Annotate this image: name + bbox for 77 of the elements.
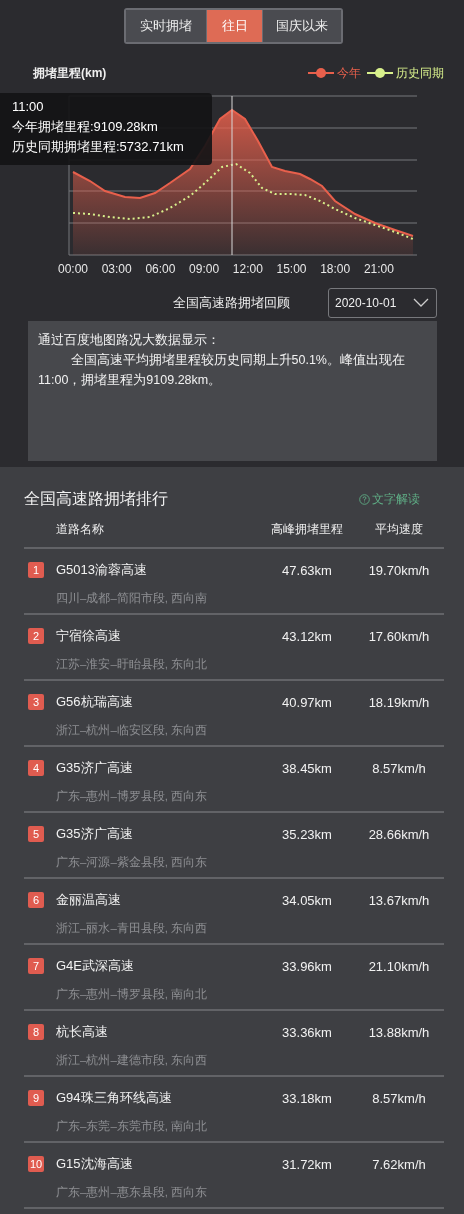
average-speed: 19.70km/h <box>367 562 431 578</box>
x-tick-label: 03:00 <box>101 262 132 276</box>
rank-badge: 4 <box>28 760 44 776</box>
rank-badge: 2 <box>28 628 44 644</box>
x-tick-label: 09:00 <box>189 262 220 276</box>
rank-badge: 7 <box>28 958 44 974</box>
road-section: 广东–惠州–博罗县段, 西向东 <box>56 789 208 804</box>
legend-label[interactable]: 历史同期 <box>396 64 444 82</box>
road-section: 浙江–杭州–建德市段, 东向西 <box>56 1053 208 1068</box>
road-name: G4E武深高速 <box>56 957 135 975</box>
average-speed: 18.19km/h <box>367 694 431 710</box>
road-section: 广东–东莞–东莞市段, 南向北 <box>56 1119 208 1134</box>
congestion-length: 33.36km <box>281 1024 333 1040</box>
rank-badge: 8 <box>28 1024 44 1040</box>
congestion-length: 38.45km <box>281 760 333 776</box>
help-link[interactable]: 文字解读 <box>359 491 420 508</box>
road-name: G35济广高速 <box>56 825 134 843</box>
road-section: 浙江–丽水–青田县段, 东向西 <box>56 921 208 936</box>
review-label: 全国高速路拥堵回顾 <box>173 294 291 312</box>
road-section: 四川–成都–简阳市段, 西向南 <box>56 591 208 606</box>
congestion-length: 43.12km <box>281 628 333 644</box>
x-tick-label: 21:00 <box>363 262 394 276</box>
x-tick-label: 15:00 <box>276 262 307 276</box>
help-icon <box>359 494 370 505</box>
legend-label[interactable]: 今年 <box>337 64 361 82</box>
tooltip-text: 今年拥堵里程:9109.28km <box>12 118 159 136</box>
road-section: 广东–河源–紫金县段, 西向东 <box>56 855 208 870</box>
road-section: 江苏–淮安–盱眙县段, 东向北 <box>56 657 208 672</box>
average-speed: 17.60km/h <box>367 628 431 644</box>
average-speed: 8.57km/h <box>371 760 427 776</box>
column-header: 平均速度 <box>374 521 424 537</box>
congestion-length: 31.72km <box>281 1156 333 1172</box>
tooltip-text: 11:00 <box>12 98 45 116</box>
road-name: G56杭瑞高速 <box>56 693 134 711</box>
section-title: 全国高速路拥堵排行 <box>24 489 168 509</box>
column-header: 高峰拥堵里程 <box>270 521 344 537</box>
chevron-down-icon <box>413 298 429 308</box>
congestion-length: 35.23km <box>281 826 333 842</box>
rank-badge: 1 <box>28 562 44 578</box>
average-speed: 7.62km/h <box>371 1156 427 1172</box>
road-name: G94珠三角环线高速 <box>56 1089 173 1107</box>
road-name: 金丽温高速 <box>56 891 122 909</box>
congestion-length: 40.97km <box>281 694 333 710</box>
road-section: 广东–惠州–惠东县段, 西向东 <box>56 1185 208 1200</box>
axis-title: 拥堵里程(km) <box>33 64 107 82</box>
average-speed: 28.66km/h <box>367 826 431 842</box>
date-select[interactable]: 2020-10-01 <box>328 288 437 318</box>
road-section: 广东–惠州–博罗县段, 南向北 <box>56 987 208 1002</box>
rank-badge: 9 <box>28 1090 44 1106</box>
congestion-length: 34.05km <box>281 892 333 908</box>
road-name: G5013渝蓉高速 <box>56 561 149 579</box>
column-header: 道路名称 <box>56 521 105 537</box>
tab[interactable]: 国庆以来 <box>263 10 341 42</box>
summary-heading: 通过百度地图路况大数据显示： <box>38 332 221 349</box>
congestion-length: 33.18km <box>281 1090 333 1106</box>
rank-badge: 10 <box>28 1156 44 1172</box>
congestion-length: 33.96km <box>281 958 333 974</box>
road-name: G35济广高速 <box>56 759 134 777</box>
road-section: 浙江–杭州–临安区段, 东向西 <box>56 723 208 738</box>
summary-text: 全国高速平均拥堵里程较历史同期上升50.1%。峰值出现在11:00，拥堵里程为9109.28km。 <box>38 352 406 389</box>
average-speed: 13.88km/h <box>367 1024 431 1040</box>
tooltip-text: 历史同期拥堵里程:5732.71km <box>12 138 185 156</box>
x-tick-label: 18:00 <box>320 262 351 276</box>
x-tick-label: 00:00 <box>58 262 88 276</box>
road-name: 宁宿徐高速 <box>56 627 122 645</box>
rank-badge: 6 <box>28 892 44 908</box>
road-name: 杭长高速 <box>56 1023 109 1041</box>
rank-badge: 3 <box>28 694 44 710</box>
road-name: G15沈海高速 <box>56 1155 134 1173</box>
x-tick-label: 12:00 <box>232 262 263 276</box>
tab[interactable]: 实时拥堵 <box>126 10 206 42</box>
average-speed: 8.57km/h <box>371 1090 427 1106</box>
congestion-length: 47.63km <box>281 562 333 578</box>
rank-badge: 5 <box>28 826 44 842</box>
average-speed: 21.10km/h <box>367 958 431 974</box>
average-speed: 13.67km/h <box>367 892 431 908</box>
x-tick-label: 06:00 <box>145 262 176 276</box>
